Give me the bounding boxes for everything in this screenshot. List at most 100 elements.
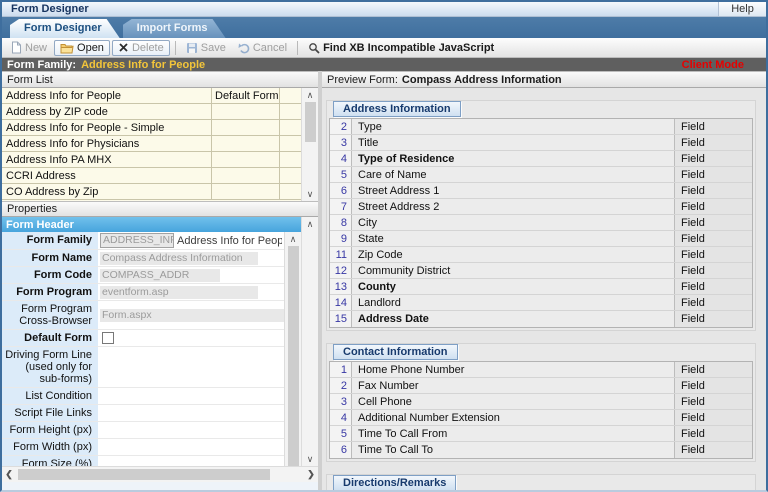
prop-label: Script File Links: [2, 405, 98, 421]
tab-form-designer[interactable]: Form Designer: [10, 19, 120, 38]
toolbar-button-delete[interactable]: Delete: [111, 39, 170, 56]
field-type-cell: Field: [674, 362, 752, 377]
scroll-right-icon[interactable]: ❯: [304, 469, 318, 480]
properties-panel: Form Header Form FamilyADDRESS_INFO_PAdd…: [2, 217, 318, 466]
field-type-cell: Field: [674, 311, 752, 327]
preview-field-row[interactable]: 4 Type of Residence Field: [330, 151, 752, 167]
prop-row-script-file-links: Script File Links: [2, 405, 284, 422]
preview-field-row[interactable]: 14 Landlord Field: [330, 295, 752, 311]
scroll-down-icon[interactable]: ∨: [302, 187, 318, 201]
extra-cell: [279, 104, 301, 119]
scrollbar-thumb[interactable]: [18, 469, 270, 480]
form-family-label: Form Family:: [7, 58, 77, 71]
prop-input[interactable]: Form.aspx: [100, 308, 284, 322]
prop-row-list-condition: List Condition: [2, 388, 284, 405]
delete-x-icon: [118, 42, 129, 53]
preview-field-row[interactable]: 5 Time To Call From Field: [330, 426, 752, 442]
prop-label: Form Program Cross-Browser: [2, 301, 98, 329]
prop-value: Form.aspx: [98, 301, 284, 329]
extra-cell: [279, 120, 301, 135]
prop-label: Default Form: [2, 330, 98, 346]
preview-field-row[interactable]: 9 State Field: [330, 231, 752, 247]
toolbar-button-label: New: [25, 41, 48, 54]
section-tab-address-information[interactable]: Address Information: [333, 101, 461, 117]
form-list-row[interactable]: Address Info for Physicians: [2, 136, 301, 152]
prop-value: [98, 330, 284, 346]
properties-horizontal-scrollbar: ❮ ❯: [2, 466, 318, 482]
prop-value: COMPASS_ADDR: [98, 267, 284, 283]
preview-field-row[interactable]: 7 Street Address 2 Field: [330, 199, 752, 215]
save-disk-icon: [186, 42, 198, 54]
scrollbar-thumb[interactable]: [287, 246, 299, 466]
form-list-row[interactable]: Address Info for People Default Form: [2, 88, 301, 104]
prop-label: List Condition: [2, 388, 98, 404]
field-type-cell: Field: [674, 199, 752, 214]
toolbar-button-save[interactable]: Save: [181, 41, 231, 55]
prop-value: Compass Address Information: [98, 250, 284, 266]
title-bar: Form Designer Help: [2, 2, 766, 17]
preview-field-row[interactable]: 6 Street Address 1 Field: [330, 183, 752, 199]
prop-row-form-code: Form Code COMPASS_ADDR: [2, 267, 284, 284]
scroll-up-icon[interactable]: ∧: [302, 217, 318, 231]
prop-row-driving-form-line-used-only-for-sub-forms: Driving Form Line (used only for sub-for…: [2, 347, 284, 388]
preview-field-row[interactable]: 15 Address Date Field: [330, 311, 752, 327]
field-type-cell: Field: [674, 119, 752, 134]
prop-input[interactable]: COMPASS_ADDR: [100, 268, 220, 282]
preview-field-row[interactable]: 6 Time To Call To Field: [330, 442, 752, 458]
field-label: Type: [358, 120, 382, 133]
prop-input[interactable]: ADDRESS_INFO_P: [100, 233, 174, 248]
form-header-section-bar[interactable]: Form Header: [2, 217, 301, 232]
prop-input[interactable]: Compass Address Information: [100, 251, 258, 265]
form-list-row[interactable]: CCRI Address: [2, 168, 301, 184]
preview-panel: Preview Form: Compass Address Informatio…: [322, 71, 766, 490]
field-number: 15: [330, 311, 352, 327]
help-button[interactable]: Help: [718, 2, 766, 16]
preview-field-row[interactable]: 12 Community District Field: [330, 263, 752, 279]
scroll-left-icon[interactable]: ❮: [2, 469, 16, 480]
field-number: 4: [330, 151, 352, 166]
toolbar-button-find-xb-incompatible-javascript[interactable]: Find XB Incompatible JavaScript: [303, 41, 499, 55]
preview-field-row[interactable]: 3 Cell Phone Field: [330, 394, 752, 410]
scrollbar-track: [302, 231, 318, 452]
field-label: Landlord: [358, 296, 401, 309]
preview-field-row[interactable]: 4 Additional Number Extension Field: [330, 410, 752, 426]
toolbar-separator: [297, 40, 299, 55]
field-label: Community District: [358, 264, 451, 277]
form-list-row[interactable]: Address Info PA MHX: [2, 152, 301, 168]
form-list-row[interactable]: Address by ZIP code: [2, 104, 301, 120]
preview-field-row[interactable]: 13 County Field: [330, 279, 752, 295]
preview-field-row[interactable]: 2 Fax Number Field: [330, 378, 752, 394]
field-number: 6: [330, 183, 352, 198]
default-form-cell: [211, 184, 279, 199]
form-designer-window: Form Designer Help Form Designer Import F…: [0, 0, 768, 492]
field-label: Care of Name: [358, 168, 427, 181]
scroll-down-icon[interactable]: ∨: [302, 452, 318, 466]
preview-field-row[interactable]: 5 Care of Name Field: [330, 167, 752, 183]
open-folder-icon: [60, 42, 74, 54]
toolbar-button-new[interactable]: New: [6, 40, 52, 55]
preview-field-row[interactable]: 8 City Field: [330, 215, 752, 231]
preview-field-row[interactable]: 11 Zip Code Field: [330, 247, 752, 263]
form-name-cell: Address Info PA MHX: [6, 153, 112, 166]
toolbar-button-open[interactable]: Open: [54, 39, 110, 56]
scrollbar-thumb[interactable]: [304, 102, 316, 142]
section-tab-directions-remarks[interactable]: Directions/Remarks: [333, 475, 457, 490]
toolbar-button-cancel[interactable]: Cancel: [233, 41, 292, 55]
preview-field-row[interactable]: 1 Home Phone Number Field: [330, 362, 752, 378]
default-form-checkbox[interactable]: [102, 332, 114, 344]
prop-row-form-height-px: Form Height (px): [2, 422, 284, 439]
tab-import-forms[interactable]: Import Forms: [123, 19, 226, 38]
form-list-row[interactable]: CO Address by Zip: [2, 184, 301, 200]
field-number: 2: [330, 119, 352, 134]
prop-label: Form Code: [2, 267, 98, 283]
preview-field-row[interactable]: 2 Type Field: [330, 119, 752, 135]
prop-value: [98, 347, 284, 387]
default-form-cell: [211, 120, 279, 135]
preview-field-row[interactable]: 3 Title Field: [330, 135, 752, 151]
form-list-row[interactable]: Address Info for People - Simple: [2, 120, 301, 136]
prop-label: Form Program: [2, 284, 98, 300]
scroll-up-icon[interactable]: ∧: [302, 88, 318, 102]
section-tab-contact-information[interactable]: Contact Information: [333, 344, 458, 360]
scroll-up-icon[interactable]: ∧: [285, 232, 301, 246]
prop-input[interactable]: eventform.asp: [100, 285, 258, 299]
